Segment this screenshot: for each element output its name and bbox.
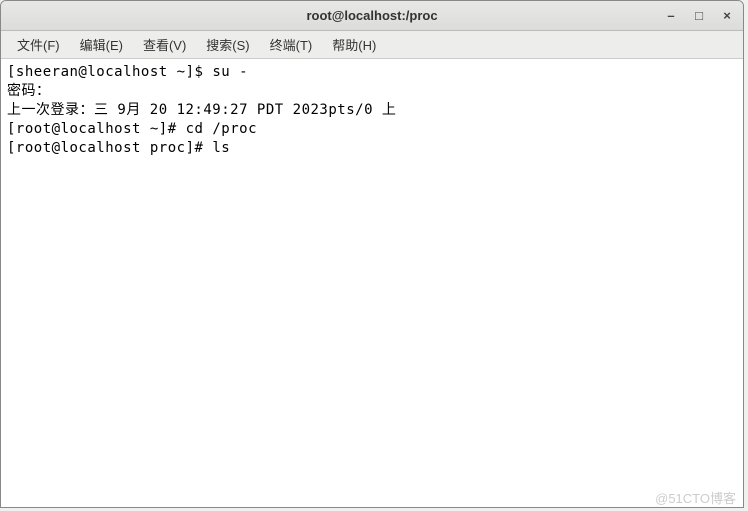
maximize-button[interactable]: □ <box>689 5 709 25</box>
terminal-area[interactable]: [sheeran@localhost ~]$ su - 密码： 上一次登录：三 … <box>1 59 743 507</box>
terminal-window: root@localhost:/proc – □ × 文件(F) 编辑(E) 查… <box>0 0 744 508</box>
terminal-line: [root@localhost ~]# cd /proc <box>7 121 257 137</box>
window-controls: – □ × <box>661 5 737 25</box>
terminal-line: [root@localhost proc]# ls <box>7 140 230 156</box>
menu-help[interactable]: 帮助(H) <box>322 31 386 58</box>
menu-file[interactable]: 文件(F) <box>7 31 70 58</box>
titlebar[interactable]: root@localhost:/proc – □ × <box>1 1 743 31</box>
menubar: 文件(F) 编辑(E) 查看(V) 搜索(S) 终端(T) 帮助(H) <box>1 31 743 59</box>
close-button[interactable]: × <box>717 5 737 25</box>
window-title: root@localhost:/proc <box>306 8 437 23</box>
menu-view[interactable]: 查看(V) <box>133 31 196 58</box>
terminal-line: 密码： <box>7 83 51 99</box>
menu-terminal[interactable]: 终端(T) <box>260 31 323 58</box>
menu-search[interactable]: 搜索(S) <box>196 31 259 58</box>
minimize-button[interactable]: – <box>661 5 681 25</box>
watermark-text: @51CTO博客 <box>655 488 736 507</box>
terminal-line: [sheeran@localhost ~]$ su - <box>7 64 248 80</box>
menu-edit[interactable]: 编辑(E) <box>70 31 133 58</box>
terminal-line: 上一次登录：三 9月 20 12:49:27 PDT 2023pts/0 上 <box>7 102 396 118</box>
